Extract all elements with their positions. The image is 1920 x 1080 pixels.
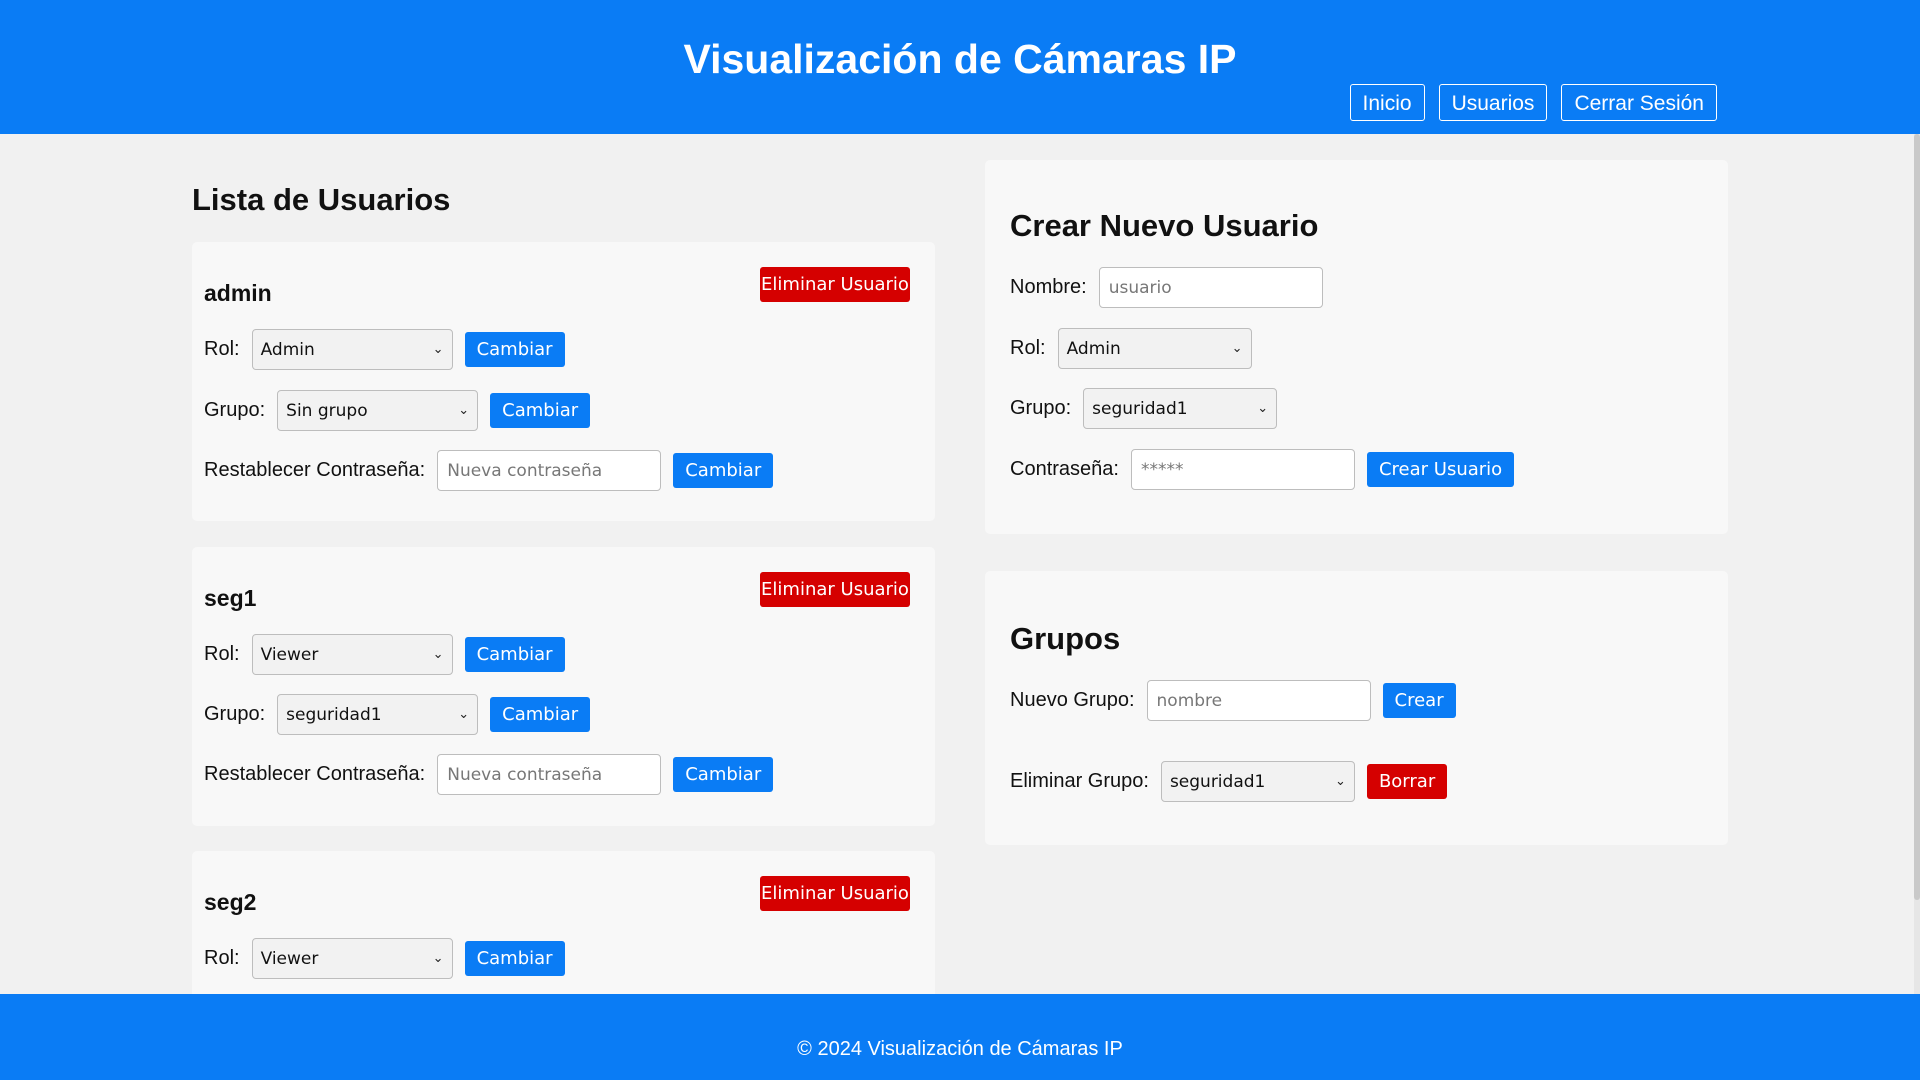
create-user-title: Crear Nuevo Usuario — [1010, 208, 1319, 243]
user-name: seg2 — [204, 889, 257, 915]
role-label: Rol: — [1010, 337, 1046, 359]
password-label: Contraseña: — [1010, 458, 1119, 480]
nav-usuarios-button[interactable]: Usuarios — [1438, 84, 1548, 121]
new-password-input[interactable]: Nueva contraseña — [437, 450, 662, 491]
group-label: Grupo: — [204, 399, 266, 421]
app-footer: © 2024 Visualización de Cámaras IP — [0, 994, 1920, 1080]
user-name: seg1 — [204, 585, 257, 611]
user-name: admin — [204, 280, 272, 306]
role-select[interactable]: Admin ⌄ — [251, 329, 453, 370]
change-role-button[interactable]: Cambiar — [464, 637, 565, 672]
new-group-label: Nuevo Grupo: — [1010, 689, 1135, 711]
group-label: Grupo: — [1010, 397, 1072, 419]
password-input[interactable]: ***** — [1130, 449, 1355, 490]
change-password-button[interactable]: Cambiar — [673, 757, 774, 792]
delete-user-button[interactable]: Eliminar Usuario — [760, 876, 910, 911]
groups-title: Grupos — [1010, 621, 1121, 656]
footer-text: © 2024 Visualización de Cámaras IP — [797, 1038, 1123, 1060]
nav-logout-button[interactable]: Cerrar Sesión — [1561, 84, 1717, 121]
create-role-row: Rol: Admin ⌄ — [1010, 328, 1252, 369]
user-card-seg1: seg1 Eliminar Usuario Rol: Viewer ⌄ Cambi… — [192, 547, 935, 826]
group-select[interactable]: seguridad1 ⌄ — [277, 694, 479, 735]
create-group-select[interactable]: seguridad1 ⌄ — [1083, 388, 1278, 429]
reset-password-row: Restablecer Contraseña: Nueva contraseña… — [204, 450, 774, 491]
name-row: Nombre: usuario — [1010, 267, 1323, 308]
scrollbar-thumb[interactable] — [1914, 134, 1920, 900]
role-row: Rol: Viewer ⌄ Cambiar — [204, 634, 565, 675]
reset-password-row: Restablecer Contraseña: Nueva contraseña… — [204, 754, 774, 795]
role-label: Rol: — [204, 338, 240, 360]
role-row: Rol: Admin ⌄ Cambiar — [204, 329, 565, 370]
name-label: Nombre: — [1010, 276, 1087, 298]
role-label: Rol: — [204, 947, 240, 969]
change-role-button[interactable]: Cambiar — [464, 332, 565, 367]
create-role-select[interactable]: Admin ⌄ — [1057, 328, 1252, 369]
chevron-down-icon: ⌄ — [432, 951, 444, 966]
chevron-down-icon: ⌄ — [458, 707, 470, 722]
chevron-down-icon: ⌄ — [432, 647, 444, 662]
new-group-input[interactable]: nombre — [1146, 680, 1371, 721]
delete-group-select[interactable]: seguridad1 ⌄ — [1160, 761, 1355, 802]
group-label: Grupo: — [204, 703, 266, 725]
chevron-down-icon: ⌄ — [1231, 341, 1243, 356]
new-group-row: Nuevo Grupo: nombre Crear — [1010, 680, 1456, 721]
app-title: Visualización de Cámaras IP — [683, 36, 1237, 82]
create-user-card: Crear Nuevo Usuario Nombre: usuario Rol:… — [985, 160, 1728, 534]
change-group-button[interactable]: Cambiar — [490, 697, 591, 732]
delete-user-button[interactable]: Eliminar Usuario — [760, 267, 910, 302]
group-row: Grupo: seguridad1 ⌄ Cambiar — [204, 694, 591, 735]
main-content: Lista de Usuarios admin Eliminar Usuario… — [0, 134, 1920, 994]
reset-password-label: Restablecer Contraseña: — [204, 763, 426, 785]
role-row: Rol: Viewer ⌄ Cambiar — [204, 938, 565, 979]
chevron-down-icon: ⌄ — [1335, 774, 1346, 789]
delete-group-row: Eliminar Grupo: seguridad1 ⌄ Borrar — [1010, 761, 1448, 802]
users-list-title: Lista de Usuarios — [192, 182, 451, 217]
app-header: Visualización de Cámaras IP Inicio Usuar… — [0, 0, 1920, 134]
create-password-row: Contraseña: ***** Crear Usuario — [1010, 449, 1515, 490]
reset-password-label: Restablecer Contraseña: — [204, 459, 426, 481]
groups-card: Grupos Nuevo Grupo: nombre Crear Elimina… — [985, 571, 1728, 845]
change-role-button[interactable]: Cambiar — [464, 941, 565, 976]
nav-inicio-button[interactable]: Inicio — [1349, 84, 1425, 121]
group-row: Grupo: Sin grupo ⌄ Cambiar — [204, 390, 591, 431]
username-input[interactable]: usuario — [1098, 267, 1323, 308]
chevron-down-icon: ⌄ — [1257, 401, 1269, 416]
top-nav: Inicio Usuarios Cerrar Sesión — [1349, 84, 1717, 121]
chevron-down-icon: ⌄ — [458, 403, 470, 418]
chevron-down-icon: ⌄ — [432, 342, 444, 357]
delete-user-button[interactable]: Eliminar Usuario — [760, 572, 910, 607]
change-group-button[interactable]: Cambiar — [490, 393, 591, 428]
new-password-input[interactable]: Nueva contraseña — [437, 754, 662, 795]
user-card-admin: admin Eliminar Usuario Rol: Admin ⌄ Cambi… — [192, 242, 935, 521]
group-select[interactable]: Sin grupo ⌄ — [277, 390, 479, 431]
role-select[interactable]: Viewer ⌄ — [251, 938, 453, 979]
user-card-seg2: seg2 Eliminar Usuario Rol: Viewer ⌄ Cambi… — [192, 851, 935, 994]
create-group-row: Grupo: seguridad1 ⌄ — [1010, 388, 1278, 429]
role-select[interactable]: Viewer ⌄ — [251, 634, 453, 675]
create-user-button[interactable]: Crear Usuario — [1366, 452, 1515, 487]
role-label: Rol: — [204, 643, 240, 665]
delete-group-button[interactable]: Borrar — [1366, 764, 1448, 799]
delete-group-label: Eliminar Grupo: — [1010, 770, 1149, 792]
change-password-button[interactable]: Cambiar — [673, 453, 774, 488]
create-group-button[interactable]: Crear — [1382, 683, 1456, 718]
